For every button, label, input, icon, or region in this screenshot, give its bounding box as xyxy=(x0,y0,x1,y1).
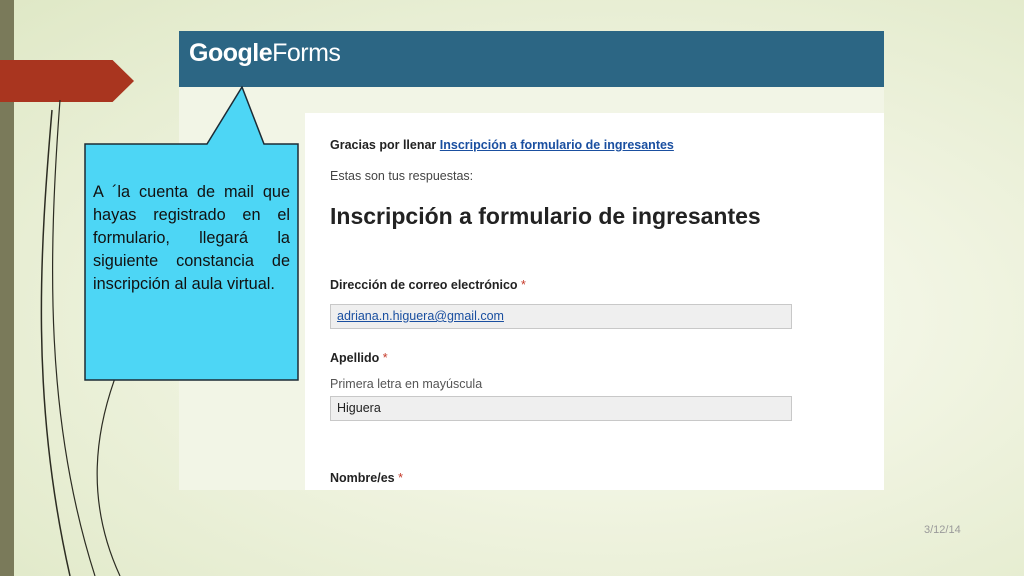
google-forms-logo: GoogleForms xyxy=(189,39,341,67)
google-forms-header: GoogleForms xyxy=(179,31,884,87)
required-asterisk: * xyxy=(398,471,403,485)
question-label-apellido: Apellido * xyxy=(330,351,388,365)
required-asterisk: * xyxy=(382,351,388,365)
question-label-email: Dirección de correo electrónico * xyxy=(330,278,526,292)
answer-email[interactable]: adriana.n.higuera@gmail.com xyxy=(330,304,792,329)
question-label-nombre: Nombre/es * xyxy=(330,471,403,485)
form-title: Inscripción a formulario de ingresantes xyxy=(330,203,761,229)
form-link[interactable]: Inscripción a formulario de ingresantes xyxy=(440,138,674,152)
answer-apellido: Higuera xyxy=(330,396,792,421)
responses-subtitle: Estas son tus respuestas: xyxy=(330,169,474,183)
slide-date: 3/12/14 xyxy=(924,524,961,536)
required-asterisk: * xyxy=(521,278,526,292)
callout-text: A ´la cuenta de mail que hayas registrad… xyxy=(93,183,290,293)
thanks-line: Gracias por llenar Inscripción a formula… xyxy=(330,138,674,152)
question-help-apellido: Primera letra en mayúscula xyxy=(330,377,483,391)
